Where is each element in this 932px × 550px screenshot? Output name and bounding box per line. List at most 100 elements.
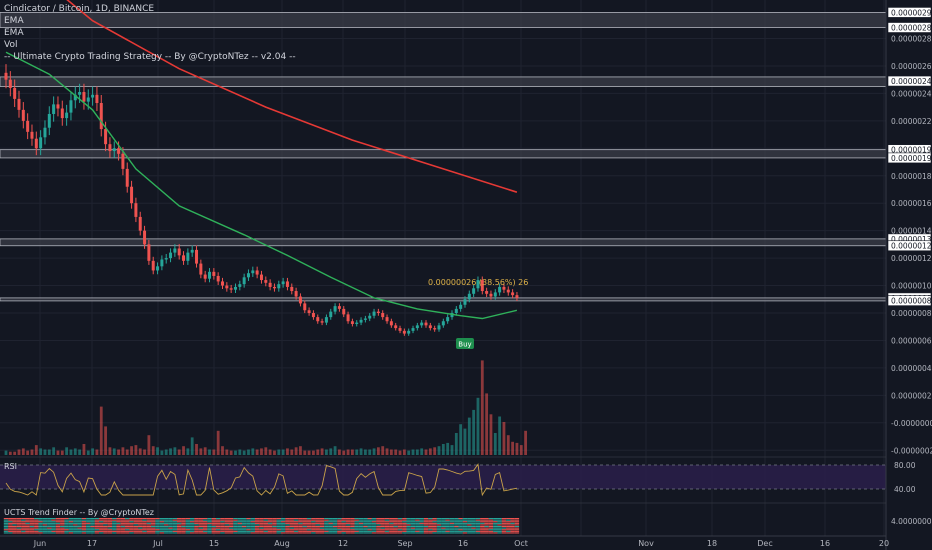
candle-body [259,274,263,281]
trend-cell [99,532,104,534]
candle-body [402,330,406,334]
trend-cell [194,532,199,534]
trend-cell [501,524,507,526]
trend-cell [12,519,17,521]
trend-cell [406,518,411,520]
trend-cell [397,526,403,528]
legend-ema-2[interactable]: EMA [4,27,296,39]
price-axis[interactable]: 0.00000280 0.00000260 0.00000240 0.00000220… [885,0,932,550]
trend-cell [298,522,303,524]
trend-cell [488,522,494,524]
volume-bar [424,449,428,455]
trend-cell [99,519,104,521]
trend-cell [428,521,433,523]
volume-bar [286,448,289,455]
volume-bar [489,414,493,455]
trend-cell [454,527,459,529]
trend-cell [129,532,134,534]
trend-cell [371,526,377,528]
price-tag: 0.00000249 [891,77,932,86]
volume-bar [351,449,354,455]
trend-cell [458,532,463,534]
trend-cell [341,532,346,534]
legend-strategy[interactable]: -- Ultimate Crypto Trading Strategy -- B… [4,51,296,63]
trend-cell [68,527,74,529]
trend-cell [177,524,182,526]
trend-cell [371,532,377,534]
trend-cell [168,529,173,531]
trend-cell [207,532,212,534]
time-axis[interactable]: Jun 17 Jul 15 Aug 12 Sep 16 Oct Nov 18 Dec 16 20 [0,535,889,548]
y-tick-label: 0.00000180 [891,172,932,181]
volume-bar [273,450,276,455]
trend-cell [441,529,446,531]
trend-cell [142,518,147,520]
trend-cell [371,530,377,532]
trend-cell [146,524,152,526]
trend-cell [246,530,251,532]
trend-cell [493,522,498,524]
trend-cell [237,526,243,528]
trend-cell [185,521,191,523]
trend-cell [371,529,377,531]
trend-cell [125,522,130,524]
trend-cell [319,527,325,529]
trend-cell [363,522,368,524]
trend-cell [47,530,52,532]
trend-cell [393,521,398,523]
trend-cell [133,527,139,529]
legend-ema-1[interactable]: EMA [4,15,296,27]
trend-cell [345,527,351,529]
trend-cell [293,522,299,524]
chart-canvas[interactable]: Buy 0.000002800.000002600.000002400.0000… [0,0,932,550]
trend-cell [103,519,108,521]
trend-cell [380,524,385,526]
trend-cell [198,532,204,534]
volume-bar [199,448,203,455]
volume-bar [312,450,315,455]
trend-cell [415,521,420,523]
legend-vol[interactable]: Vol [4,39,296,51]
rsi-label[interactable]: RSI [4,462,17,471]
trend-cell [328,518,333,520]
volume-bar [255,449,259,455]
trend-cell [319,518,325,520]
trend-cell [423,529,429,531]
volume-bar [8,451,12,455]
y-tick-label: 0.00000100 [891,282,932,291]
candle-body [208,271,212,279]
trend-cell [189,527,195,529]
trend-cell [12,518,17,520]
volume-bar [342,450,346,455]
trend-cell [103,521,108,523]
candle-body [95,94,99,104]
trend-cell [116,530,121,532]
trend-cell [25,530,30,532]
trend-cell [341,526,346,528]
trend-cell [103,529,108,531]
trend-cell [250,524,256,526]
candle-body [385,317,389,322]
trend-cell [42,519,48,521]
trend-cell [77,521,82,523]
trend-cell [298,532,303,534]
trend-cell [298,530,303,532]
trend-cell [406,529,411,531]
trend-cell [272,527,277,529]
trend-cell [345,530,351,532]
trend-cell [510,526,515,528]
trend-cell [389,530,394,532]
candle-body [329,311,333,318]
candle-body [268,282,272,287]
trend-cell [215,524,221,526]
candle-body [290,286,294,292]
trend-finder-label[interactable]: UCTS Trend Finder -- By @CryptoNTez [4,508,154,517]
trend-cell [389,521,394,523]
trend-cell [12,522,17,524]
candle-body [229,288,233,290]
candle-body [337,306,341,309]
candle-body [316,317,320,322]
trend-cell [241,527,247,529]
trend-cell [506,524,511,526]
trend-cell [220,530,225,532]
